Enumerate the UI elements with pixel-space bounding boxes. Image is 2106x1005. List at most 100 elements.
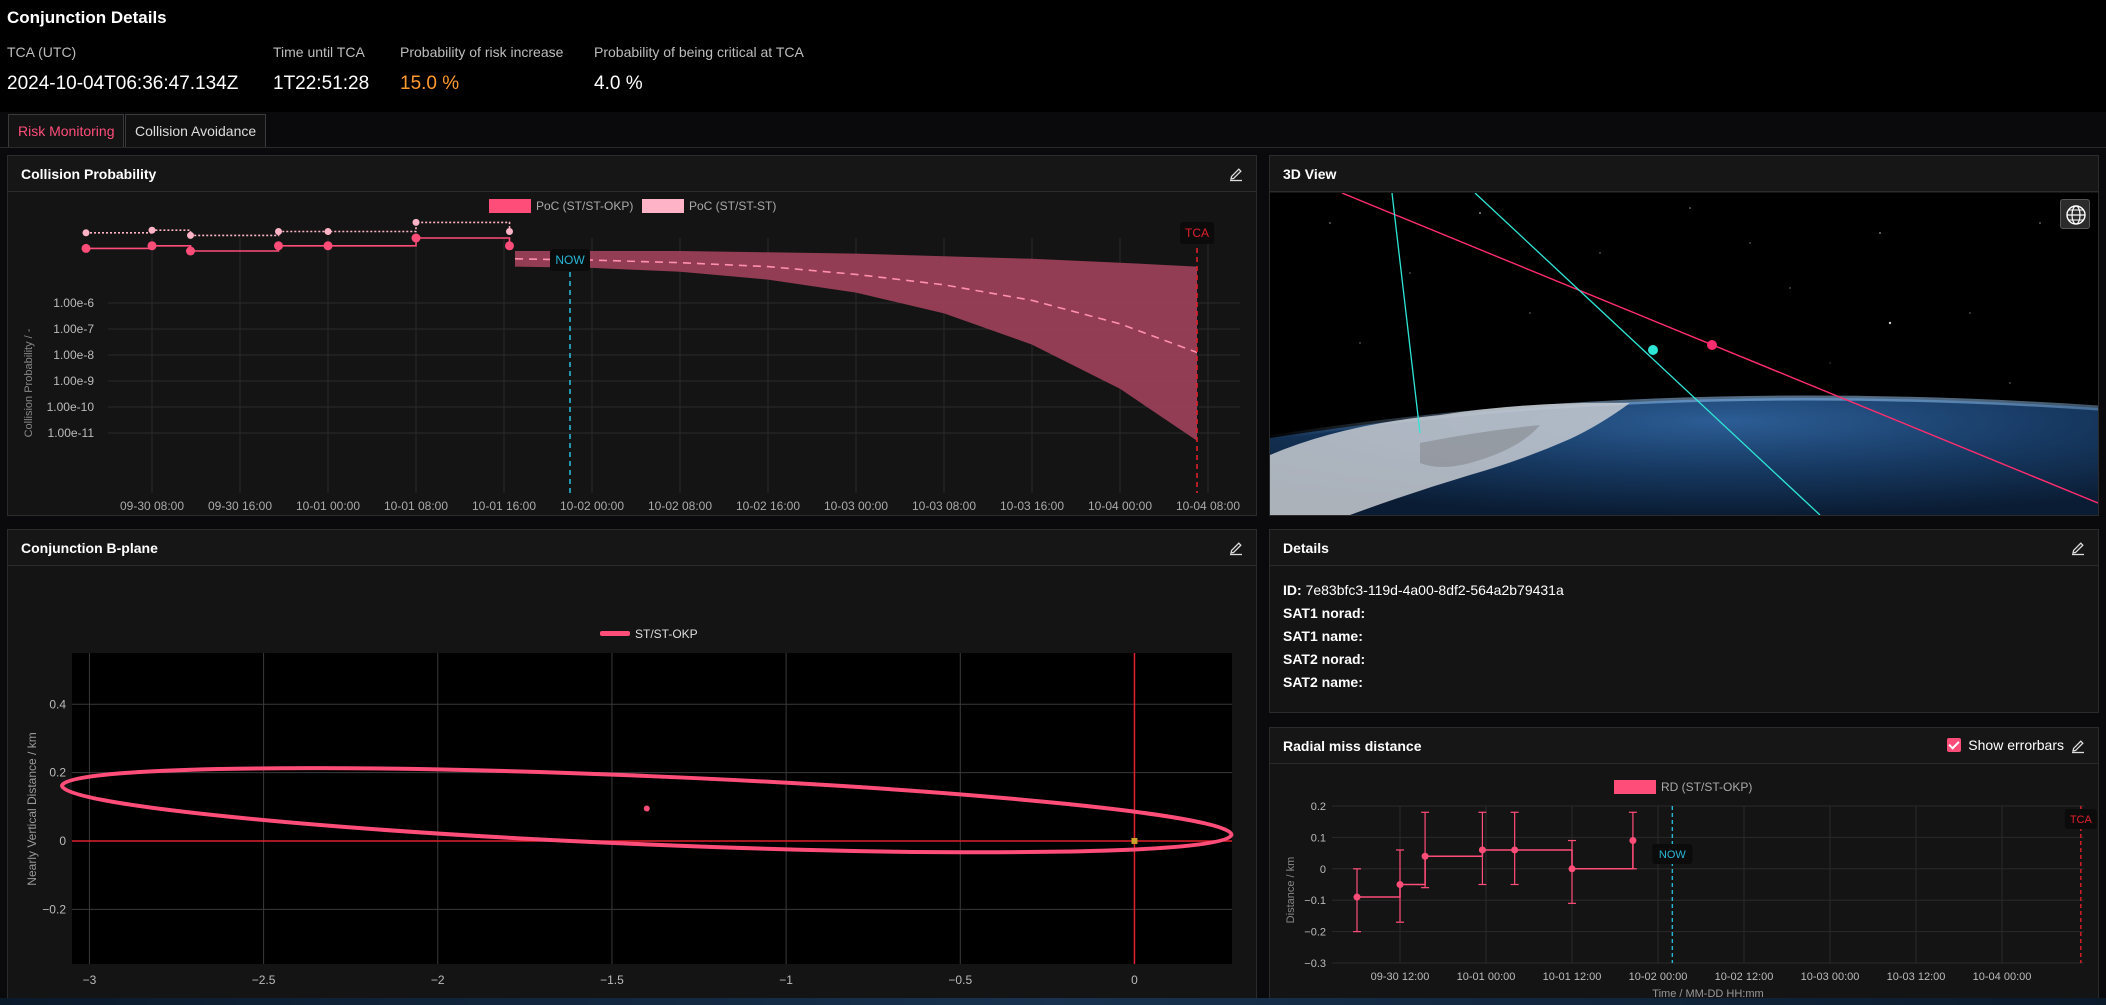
x-tick-label: 10-03 12:00 xyxy=(1887,971,1946,983)
detail-key: SAT1 norad: xyxy=(1283,605,1366,621)
tab-collision-avoidance[interactable]: Collision Avoidance xyxy=(125,114,267,148)
detail-sat1-norad: SAT1 norad: xyxy=(1283,605,1365,621)
panel-body: 09-30 08:00 09-30 16:00 10-01 00:00 10-01 0… xyxy=(8,193,1256,532)
checkbox-label: Show errorbars xyxy=(1968,737,2064,753)
y-tick-label: 0 xyxy=(59,834,66,848)
stat-label: TCA (UTC) xyxy=(7,44,77,60)
x-tick-label: 10-04 00:00 xyxy=(1973,971,2032,983)
x-tick-label: −2.5 xyxy=(252,973,276,987)
x-tick-label: −0.5 xyxy=(948,973,972,987)
collision-probability-panel: Collision Probability 09-30 08:00 09-30 1… xyxy=(7,155,1257,532)
stat-tca: TCA (UTC) 2024-10-04T06:36:47.134Z xyxy=(7,44,238,95)
y-axis-label: Collision Probability / - xyxy=(23,328,35,437)
legend-label: ST/ST-OKP xyxy=(635,627,698,641)
panel-title: 3D View xyxy=(1283,166,1337,182)
edit-icon[interactable] xyxy=(2070,738,2086,754)
rd-point xyxy=(1353,893,1361,901)
poc-okp-point xyxy=(147,241,157,251)
y-tick-label: 1.00e-9 xyxy=(53,374,94,388)
stat-label: Probability of being critical at TCA xyxy=(594,44,804,60)
poc-st-point xyxy=(82,229,90,237)
x-tick-label: −3 xyxy=(83,973,97,987)
rd-point xyxy=(1568,865,1576,873)
rd-point xyxy=(1478,846,1486,854)
tca-label: TCA xyxy=(1185,226,1209,240)
x-tick-label: 10-02 00:00 xyxy=(560,499,624,513)
x-tick-label: 10-03 08:00 xyxy=(912,499,976,513)
show-errorbars-checkbox[interactable]: Show errorbars xyxy=(1947,737,2064,753)
legend-label: RD (ST/ST-OKP) xyxy=(1661,780,1752,794)
3d-viewport[interactable] xyxy=(1270,193,2098,515)
poc-okp-point xyxy=(186,246,195,256)
star-field xyxy=(1329,207,2041,384)
panel-body: 09-30 12:00 10-01 00:00 10-01 12:00 10-02 0… xyxy=(1270,765,2098,1000)
globe-button[interactable] xyxy=(2060,199,2090,229)
edit-icon[interactable] xyxy=(1228,540,1244,556)
poc-okp-point xyxy=(323,241,333,251)
detail-id: ID: 7e83bfc3-119d-4a00-8df2-564a2b79431a xyxy=(1283,582,1564,598)
3d-view-panel: 3D View xyxy=(1269,155,2099,516)
x-tick-label: 09-30 12:00 xyxy=(1371,971,1430,983)
poc-st-point xyxy=(506,228,513,235)
details-body: ID: 7e83bfc3-119d-4a00-8df2-564a2b79431a… xyxy=(1270,567,2098,712)
y-tick-label: 1.00e-10 xyxy=(47,400,95,414)
stat-risk-increase: Probability of risk increase 15.0 % xyxy=(400,44,563,95)
y-tick-label: 1.00e-11 xyxy=(48,426,95,440)
detail-key: SAT2 name: xyxy=(1283,674,1363,690)
y-tick-label: −0.2 xyxy=(42,902,66,916)
stat-label: Probability of risk increase xyxy=(400,44,564,60)
panel-title: Radial miss distance xyxy=(1283,738,1422,754)
y-axis-label: Nearly Vertical Distance / km xyxy=(25,732,39,885)
y-tick-label: 0.2 xyxy=(49,766,66,780)
sat1-marker[interactable] xyxy=(1707,340,1717,350)
panel-title: Collision Probability xyxy=(21,166,157,182)
collision-probability-chart: 09-30 08:00 09-30 16:00 10-01 00:00 10-01 0… xyxy=(23,199,1240,532)
background-strip xyxy=(0,998,2106,1005)
checkbox-checked-icon xyxy=(1947,738,1962,752)
y-tick-label: 0.4 xyxy=(49,697,66,711)
x-tick-label: 10-04 08:00 xyxy=(1176,499,1240,513)
x-tick-label: −1 xyxy=(779,973,793,987)
poc-st-point xyxy=(324,228,332,235)
sat2-marker[interactable] xyxy=(1648,345,1658,355)
rd-point xyxy=(1629,837,1637,845)
x-tick-label: 10-03 16:00 xyxy=(1000,499,1064,513)
y-axis-label: Distance / km xyxy=(1285,857,1297,924)
b-plane-chart: −3 −2.5 −2 −1.5 −1 −0.5 0 0.4 0.2 0 −0.2 Nearly Ver… xyxy=(25,627,1234,1005)
b-plane-panel: Conjunction B-plane −3 −2.5 −2 −1.5 −1 −0.5 0 0… xyxy=(7,529,1257,1005)
x-tick-label: 10-04 00:00 xyxy=(1088,499,1152,513)
radial-miss-distance-chart: 09-30 12:00 10-01 00:00 10-01 12:00 10-02 0… xyxy=(1285,780,2097,1000)
now-label: NOW xyxy=(1659,849,1687,861)
x-tick-label: −1.5 xyxy=(600,973,624,987)
x-tick-label: 10-01 00:00 xyxy=(1457,971,1516,983)
x-tick-label: −2 xyxy=(431,973,445,987)
x-tick-label: 10-01 12:00 xyxy=(1543,971,1602,983)
header: Conjunction Details TCA (UTC) 2024-10-04… xyxy=(0,0,2106,112)
radial-miss-distance-panel: Radial miss distance Show errorbars 09-3… xyxy=(1269,727,2099,1000)
now-label: NOW xyxy=(555,253,585,267)
detail-key: ID: xyxy=(1283,582,1302,598)
x-tick-label: 10-02 16:00 xyxy=(736,499,800,513)
x-tick-label: 10-03 00:00 xyxy=(824,499,888,513)
orbit-sat2-secondary xyxy=(1391,193,1421,434)
detail-key: SAT2 norad: xyxy=(1283,651,1366,667)
x-tick-label: 09-30 08:00 xyxy=(120,499,184,513)
y-tick-label: −0.3 xyxy=(1304,958,1326,970)
poc-st-point xyxy=(187,231,194,239)
tca-label: TCA xyxy=(2070,814,2093,826)
globe-scene[interactable] xyxy=(1270,193,2098,515)
legend-swatch-okp xyxy=(489,199,531,213)
y-tick-label: 0.2 xyxy=(1311,801,1326,813)
rd-point xyxy=(1511,846,1519,854)
tab-risk-monitoring[interactable]: Risk Monitoring xyxy=(8,114,125,148)
detail-sat2-norad: SAT2 norad: xyxy=(1283,651,1365,667)
y-tick-label: −0.1 xyxy=(1304,895,1326,907)
edit-icon[interactable] xyxy=(2070,540,2086,556)
edit-icon[interactable] xyxy=(1228,166,1244,182)
x-tick-label: 10-02 00:00 xyxy=(1629,971,1688,983)
legend-swatch-st xyxy=(642,199,684,213)
panel-body: −3 −2.5 −2 −1.5 −1 −0.5 0 0.4 0.2 0 −0.2 Nearly Ver… xyxy=(8,567,1256,1005)
poc-okp-point xyxy=(411,233,421,243)
x-tick-label: 10-01 08:00 xyxy=(384,499,448,513)
x-tick-label: 10-01 00:00 xyxy=(296,499,360,513)
